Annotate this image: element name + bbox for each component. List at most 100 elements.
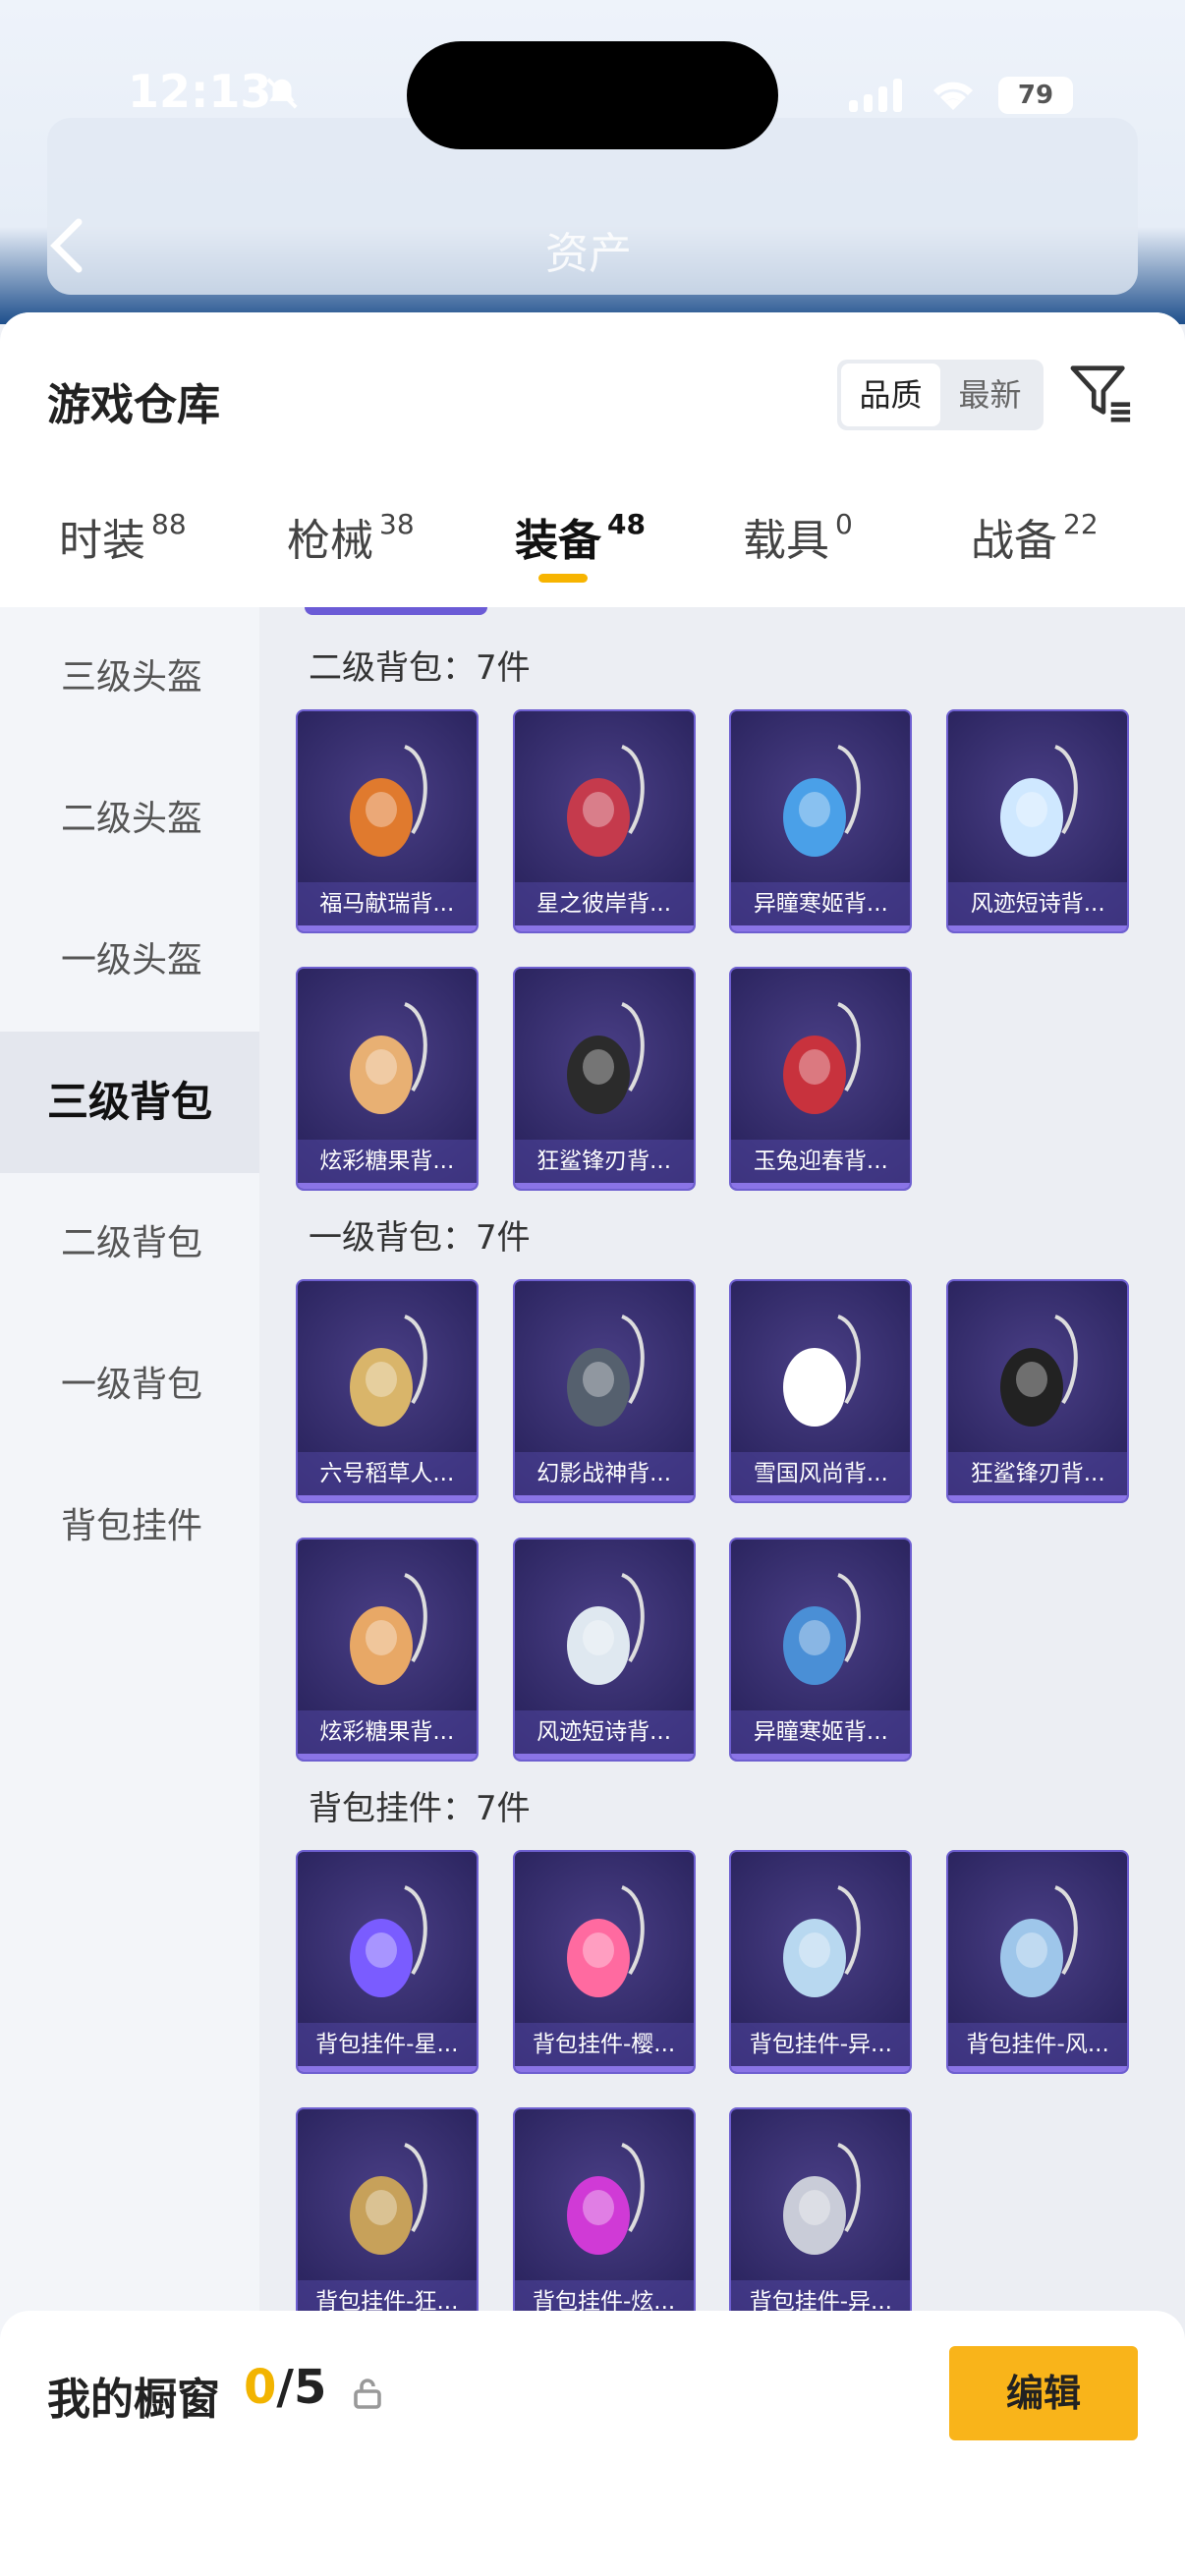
card-edge — [305, 607, 487, 615]
background-page-title: 资产 — [545, 229, 632, 279]
item-card[interactable]: 六号稻草人... — [295, 1279, 479, 1504]
sidebar-item-helmet-2[interactable]: 二级头盔 — [0, 749, 259, 890]
showcase-total: /5 — [276, 2360, 327, 2415]
item-icon — [566, 1572, 645, 1685]
item-icon — [349, 2143, 427, 2256]
item-icon — [1000, 1315, 1078, 1428]
item-card[interactable]: 炫彩糖果背... — [295, 967, 479, 1192]
item-icon — [783, 1884, 862, 1997]
category-tabs: 时装 88 枪械 38 装备 48 载具 0 战备 22 — [0, 505, 1185, 603]
lock-icon — [354, 2379, 381, 2409]
tab-count: 48 — [607, 508, 646, 540]
sidebar-item-backpack-3[interactable]: 三级背包 — [0, 1032, 259, 1173]
tab-label: 装备 — [515, 516, 601, 566]
item-icon — [783, 1315, 862, 1428]
item-card[interactable]: 异瞳寒姬背... — [729, 1537, 913, 1762]
item-name: 星之彼岸背... — [514, 881, 694, 925]
item-icon — [349, 1002, 427, 1115]
item-icon — [566, 2143, 645, 2256]
item-icon — [349, 744, 427, 857]
showcase-bar: 我的橱窗 0/5 编辑 — [0, 2311, 1185, 2576]
item-card[interactable]: 背包挂件-风... — [946, 1849, 1130, 2074]
item-icon — [566, 1002, 645, 1115]
battery-indicator: 79 — [998, 77, 1073, 114]
item-card[interactable]: 异瞳寒姬背... — [729, 708, 913, 933]
tab-label: 枪械 — [287, 516, 373, 566]
sidebar-item-helmet-1[interactable]: 一级头盔 — [0, 890, 259, 1032]
sort-option-quality[interactable]: 品质 — [841, 364, 940, 426]
sidebar-item-backpack-2[interactable]: 二级背包 — [0, 1173, 259, 1315]
section-title: 二级背包：7件 — [309, 648, 531, 688]
item-icon — [566, 1884, 645, 1997]
item-card[interactable]: 背包挂件-异... — [729, 1849, 913, 2074]
item-card[interactable]: 炫彩糖果背... — [295, 1537, 479, 1762]
tab-label: 载具 — [743, 516, 829, 566]
item-name: 六号稻草人... — [297, 1452, 477, 1496]
item-card[interactable]: 背包挂件-星... — [295, 1849, 479, 2074]
item-name: 福马献瑞背... — [297, 881, 477, 925]
item-card[interactable]: 福马献瑞背... — [295, 708, 479, 933]
tab-count: 0 — [835, 508, 853, 540]
item-icon — [349, 1884, 427, 1997]
sidebar-item-pendant[interactable]: 背包挂件 — [0, 1456, 259, 1597]
item-name: 风迹短诗背... — [514, 1709, 694, 1754]
tab-fashion[interactable]: 时装 88 — [59, 505, 187, 568]
sidebar: 三级头盔 二级头盔 一级头盔 三级背包 二级背包 一级背包 背包挂件 — [0, 607, 259, 2576]
item-icon — [566, 1315, 645, 1428]
item-name: 背包挂件-樱... — [514, 2022, 694, 2066]
item-name: 背包挂件-风... — [948, 2022, 1128, 2066]
item-card[interactable]: 玉兔迎春背... — [729, 967, 913, 1192]
tab-label: 时装 — [59, 516, 145, 566]
item-card[interactable]: 狂鲨锋刃背... — [512, 967, 696, 1192]
sort-toggle: 品质 最新 — [837, 360, 1044, 430]
item-name: 玉兔迎春背... — [731, 1140, 911, 1184]
item-icon — [783, 744, 862, 857]
tab-label: 战备 — [971, 516, 1057, 566]
status-time: 12:13 — [128, 65, 272, 118]
item-name: 异瞳寒姬背... — [731, 881, 911, 925]
back-arrow-icon[interactable] — [45, 216, 88, 275]
tab-count: 22 — [1063, 508, 1099, 540]
tab-equipment[interactable]: 装备 48 — [515, 505, 646, 583]
section-title: 一级背包：7件 — [309, 1218, 531, 1259]
sheet-title: 游戏仓库 — [47, 380, 220, 430]
item-name: 背包挂件-星... — [297, 2022, 477, 2066]
item-name: 狂鲨锋刃背... — [514, 1140, 694, 1184]
tab-battle-prep[interactable]: 战备 22 — [971, 505, 1099, 568]
item-card[interactable]: 狂鲨锋刃背... — [946, 1279, 1130, 1504]
item-name: 风迹短诗背... — [948, 881, 1128, 925]
item-name: 炫彩糖果背... — [297, 1709, 477, 1754]
tab-count: 38 — [379, 508, 415, 540]
item-card[interactable]: 背包挂件-异... — [729, 2107, 913, 2332]
sidebar-item-helmet-3[interactable]: 三级头盔 — [0, 607, 259, 749]
sort-option-latest[interactable]: 最新 — [940, 364, 1040, 426]
item-card[interactable]: 背包挂件-炫... — [512, 2107, 696, 2332]
item-icon — [783, 1572, 862, 1685]
item-card[interactable]: 背包挂件-樱... — [512, 1849, 696, 2074]
item-card[interactable]: 雪国风尚背... — [729, 1279, 913, 1504]
sheet-header: 游戏仓库 品质 最新 时装 88 枪械 38 装备 48 载具 0 战备 22 — [0, 312, 1185, 607]
tab-count: 88 — [151, 508, 187, 540]
item-grid: 二级背包：7件福马献瑞背... 星之彼岸背... 异瞳寒姬背... 风迹短诗背... 炫… — [259, 607, 1185, 2576]
showcase-label: 我的橱窗 — [47, 2375, 220, 2425]
item-card[interactable]: 幻影战神背... — [512, 1279, 696, 1504]
item-name: 背包挂件-异... — [731, 2022, 911, 2066]
showcase-current: 0 — [244, 2360, 277, 2415]
item-name: 幻影战神背... — [514, 1452, 694, 1496]
tab-vehicles[interactable]: 载具 0 — [743, 505, 853, 568]
item-card[interactable]: 风迹短诗背... — [946, 708, 1130, 933]
edit-button[interactable]: 编辑 — [949, 2346, 1138, 2440]
item-card[interactable]: 风迹短诗背... — [512, 1537, 696, 1762]
section-title: 背包挂件：7件 — [309, 1788, 531, 1828]
item-card[interactable]: 星之彼岸背... — [512, 708, 696, 933]
item-card[interactable]: 背包挂件-狂... — [295, 2107, 479, 2332]
item-icon — [1000, 744, 1078, 857]
item-icon — [1000, 1884, 1078, 1997]
item-name: 狂鲨锋刃背... — [948, 1452, 1128, 1496]
item-icon — [783, 1002, 862, 1115]
sidebar-item-backpack-1[interactable]: 一级背包 — [0, 1315, 259, 1456]
item-name: 炫彩糖果背... — [297, 1140, 477, 1184]
filter-icon[interactable] — [1069, 362, 1134, 424]
tab-weapons[interactable]: 枪械 38 — [287, 505, 415, 568]
wifi-icon — [933, 82, 973, 110]
